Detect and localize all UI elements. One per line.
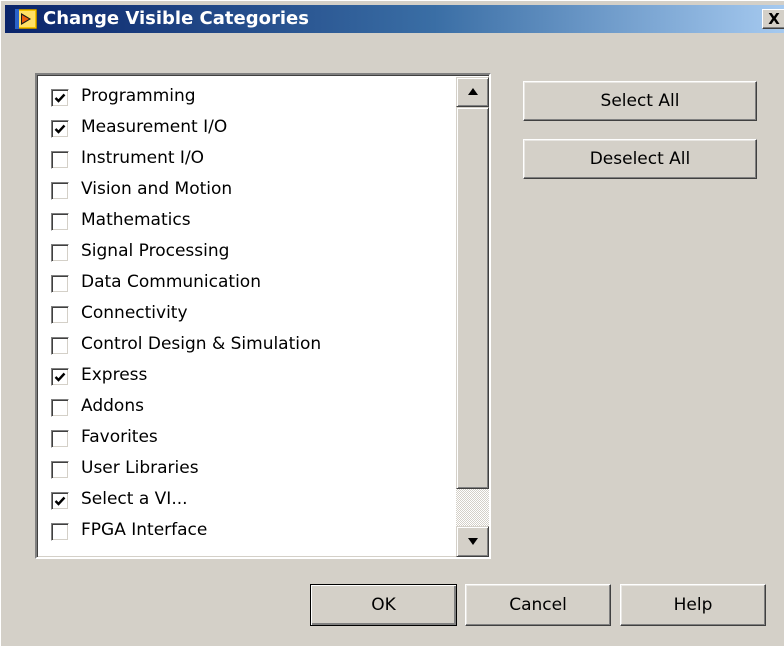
category-label: Measurement I/O — [81, 117, 228, 137]
help-button[interactable]: Help — [620, 584, 766, 626]
category-checkbox[interactable] — [51, 461, 69, 479]
dialog-title: Change Visible Categories — [43, 8, 309, 29]
dialog-window: Change Visible Categories X Programming M… — [0, 0, 784, 646]
category-checkbox[interactable] — [51, 244, 69, 262]
category-label: User Libraries — [81, 458, 199, 478]
category-label: Select a VI... — [81, 489, 188, 509]
cancel-button[interactable]: Cancel — [465, 584, 611, 626]
category-checkbox[interactable] — [51, 368, 69, 386]
category-checkbox[interactable] — [51, 337, 69, 355]
scroll-down-arrow-icon — [468, 538, 478, 545]
category-checkbox[interactable] — [51, 213, 69, 231]
category-checkbox[interactable] — [51, 120, 69, 138]
category-checkbox[interactable] — [51, 151, 69, 169]
category-label: Control Design & Simulation — [81, 334, 322, 354]
deselect-all-button[interactable]: Deselect All — [523, 139, 757, 179]
category-label: Signal Processing — [81, 241, 230, 261]
category-label: Addons — [81, 396, 144, 416]
category-checkbox[interactable] — [51, 523, 69, 541]
category-label: Programming — [81, 86, 196, 106]
category-label: Express — [81, 365, 148, 385]
checkmark-icon — [54, 93, 66, 103]
checkmark-icon — [54, 372, 66, 382]
category-checkbox[interactable] — [51, 399, 69, 417]
category-checkbox[interactable] — [51, 306, 69, 324]
category-list[interactable]: Programming Measurement I/O Instrument I/O… — [35, 73, 491, 559]
category-checkbox[interactable] — [51, 492, 69, 510]
checkmark-icon — [54, 124, 66, 134]
category-checkbox[interactable] — [51, 275, 69, 293]
scroll-thumb[interactable] — [456, 107, 489, 489]
select-all-button[interactable]: Select All — [523, 81, 757, 121]
category-checkbox[interactable] — [51, 89, 69, 107]
category-label: Vision and Motion — [81, 179, 233, 199]
category-label: Connectivity — [81, 303, 188, 323]
scroll-down-button[interactable] — [456, 526, 489, 557]
scroll-up-button[interactable] — [456, 77, 489, 107]
scroll-up-arrow-icon — [468, 88, 478, 95]
checkmark-icon — [54, 496, 66, 506]
labview-palette-icon — [14, 8, 38, 30]
list-scrollbar[interactable] — [456, 77, 489, 557]
category-label: Data Communication — [81, 272, 261, 292]
category-checkbox[interactable] — [51, 182, 69, 200]
category-label: Mathematics — [81, 210, 191, 230]
category-label: Favorites — [81, 427, 158, 447]
category-label: Instrument I/O — [81, 148, 205, 168]
category-label: FPGA Interface — [81, 520, 208, 540]
category-checkbox[interactable] — [51, 430, 69, 448]
title-bar[interactable]: Change Visible Categories X — [5, 5, 784, 33]
ok-button[interactable]: OK — [310, 584, 457, 626]
close-icon: X — [768, 10, 780, 28]
close-button[interactable]: X — [762, 9, 784, 29]
